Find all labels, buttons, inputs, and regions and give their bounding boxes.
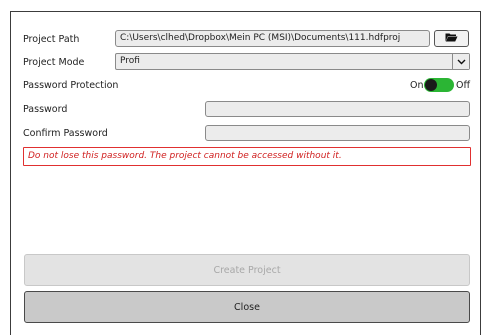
browse-button[interactable] xyxy=(434,30,469,47)
password-input[interactable] xyxy=(205,101,470,117)
confirm-password-input[interactable] xyxy=(205,125,470,141)
create-project-button[interactable]: Create Project xyxy=(24,254,470,286)
project-path-field[interactable]: C:\Users\clhed\Dropbox\Mein PC (MSI)\Doc… xyxy=(115,30,430,47)
toggle-off-label: Off xyxy=(456,80,471,91)
close-button[interactable]: Close xyxy=(24,291,470,323)
project-mode-label: Project Mode xyxy=(23,57,85,68)
toggle-on-label: On xyxy=(410,80,424,91)
password-protection-toggle[interactable] xyxy=(424,78,454,92)
project-path-label: Project Path xyxy=(23,34,80,45)
project-mode-select[interactable]: Profi xyxy=(115,53,470,70)
project-mode-value: Profi xyxy=(120,56,140,66)
password-label: Password xyxy=(23,104,68,115)
toggle-knob xyxy=(425,79,437,91)
confirm-password-label: Confirm Password xyxy=(23,128,108,139)
chevron-down-icon[interactable] xyxy=(452,54,469,69)
password-protection-label: Password Protection xyxy=(23,80,119,91)
password-warning: Do not lose this password. The project c… xyxy=(23,147,471,166)
folder-open-icon xyxy=(445,32,458,45)
